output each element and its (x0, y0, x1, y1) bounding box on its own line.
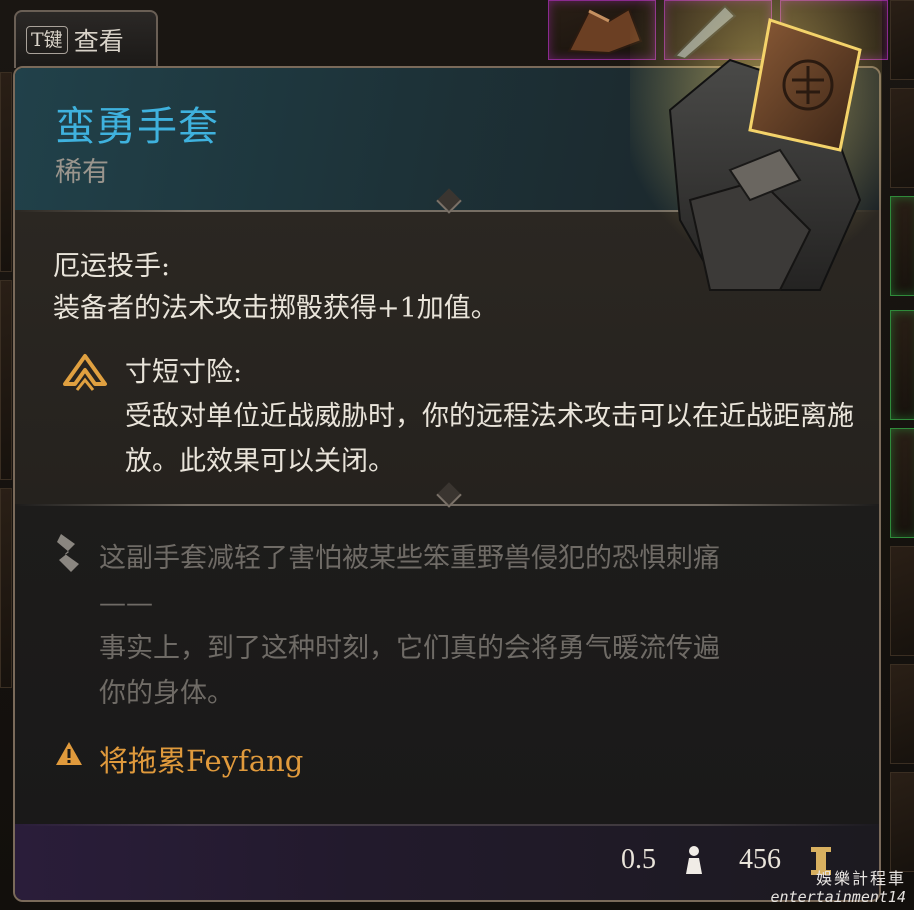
lore-line: 事实上，到了这种时刻，它们真的会将勇气暖流传遍 (99, 633, 720, 664)
watermark-line: 娛樂計程車 (815, 869, 906, 888)
warning-icon (56, 742, 82, 765)
lore-line: 这副手套减轻了害怕被某些笨重野兽侵犯的恐惧刺痛 (99, 543, 720, 574)
weight-value: 0.5 (621, 844, 656, 875)
lore-text: 这副手套减轻了害怕被某些笨重野兽侵犯的恐惧刺痛 —— 事实上，到了这种时刻，它们… (99, 536, 859, 716)
passive-description: 装备者的法术攻击掷骰获得+1加值。 (53, 293, 498, 324)
watermark: 娛樂計程車 entertainment14 (770, 869, 906, 907)
reaction-description: 受敌对单位近战威胁时，你的远程法术攻击可以在近战距离施放。此效果可以关闭。 (125, 401, 854, 477)
feather-quill-icon (57, 534, 79, 572)
inventory-slot[interactable] (0, 72, 12, 272)
weight-icon (686, 846, 702, 874)
lore-line: —— (99, 588, 153, 619)
keybind-badge: T键 (26, 26, 68, 54)
inventory-slot[interactable] (0, 280, 12, 480)
warning-text: 将拖累Feyfang (99, 744, 304, 778)
inventory-slot[interactable] (890, 196, 914, 296)
inventory-slot[interactable] (890, 772, 914, 872)
reaction-title: 寸短寸险: (125, 357, 243, 388)
inventory-slot[interactable] (0, 488, 12, 688)
passive-title: 厄运投手: (53, 251, 171, 282)
inventory-slot[interactable] (890, 546, 914, 656)
inspect-label: 查看 (73, 27, 124, 56)
divider (15, 824, 879, 826)
lore-line: 你的身体。 (99, 678, 234, 709)
item-name: 蛮勇手套 (55, 104, 219, 150)
inventory-slot[interactable] (890, 0, 914, 80)
item-rarity: 稀有 (55, 157, 109, 188)
leather-gauntlet-icon (630, 0, 882, 300)
inventory-slot[interactable] (890, 428, 914, 538)
inventory-slot[interactable] (890, 88, 914, 188)
reaction-arrow-icon (63, 354, 107, 391)
inventory-slot[interactable] (890, 664, 914, 764)
watermark-line: entertainment14 (770, 888, 906, 906)
inspect-tab[interactable]: T键 查看 (14, 10, 158, 68)
inventory-slot[interactable] (890, 310, 914, 420)
